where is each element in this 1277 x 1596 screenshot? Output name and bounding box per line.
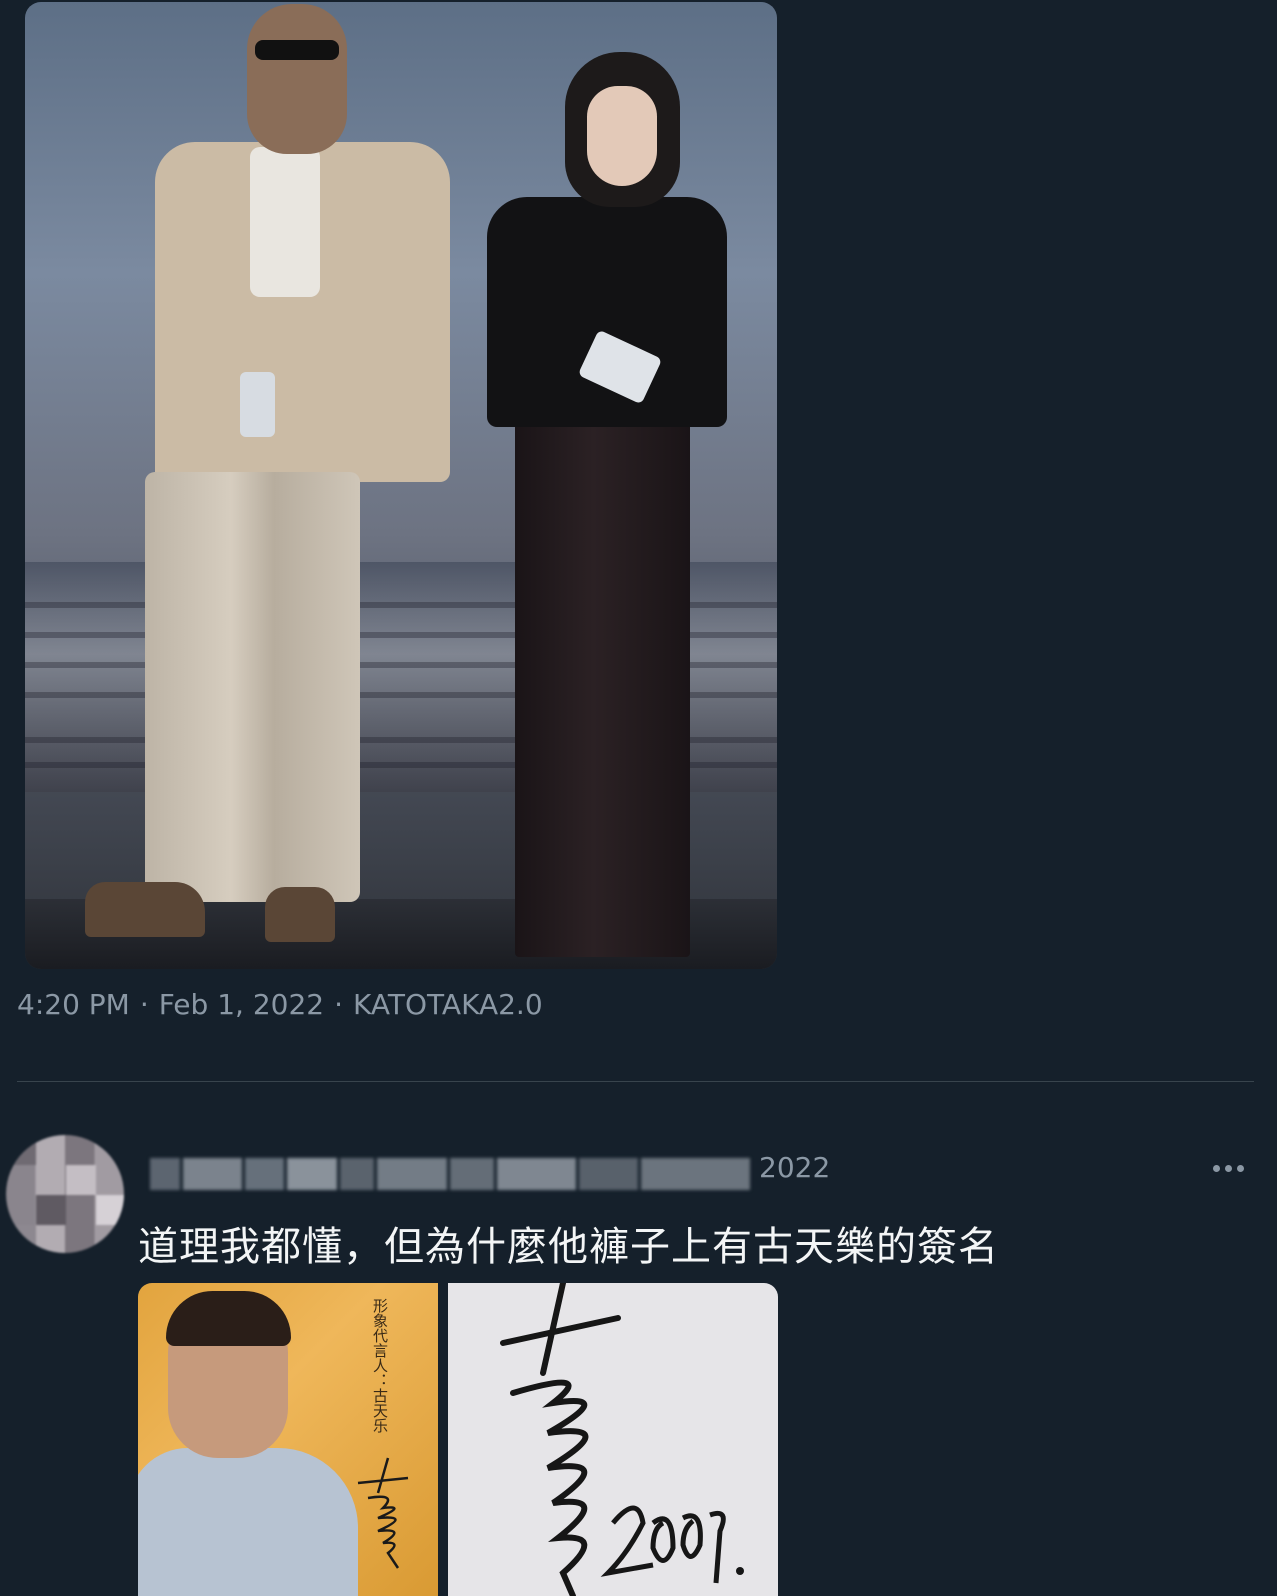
more-horizontal-icon[interactable] xyxy=(1213,1160,1253,1176)
man-shoe xyxy=(85,882,205,937)
reply-photo-ad[interactable]: 形象代言人：古天乐 xyxy=(138,1283,438,1596)
username-blurred[interactable] xyxy=(150,1158,750,1190)
man-shoe xyxy=(265,887,335,942)
man-head xyxy=(247,4,347,154)
meta-separator: · xyxy=(334,988,343,1021)
reply-photo-signature[interactable] xyxy=(448,1283,778,1596)
signature-image xyxy=(357,1457,409,1569)
tweet-date[interactable]: Feb 1, 2022 xyxy=(159,988,324,1021)
tweet-thread: 4:20 PM · Feb 1, 2022 · KATOTAKA2.0 2022… xyxy=(0,0,1277,1596)
woman-trousers xyxy=(515,412,690,957)
shirt xyxy=(138,1448,358,1596)
sunglasses xyxy=(255,40,339,60)
microphone xyxy=(240,372,275,437)
ad-vertical-text: 形象代言人：古天乐 xyxy=(371,1298,389,1433)
man-trousers xyxy=(145,472,360,902)
signature-image xyxy=(500,1283,744,1596)
woman-head xyxy=(565,52,680,207)
divider xyxy=(17,1081,1254,1082)
tweet-photo[interactable] xyxy=(25,2,777,969)
reply-text: 道理我都懂，但為什麼他褲子上有古天樂的簽名 xyxy=(138,1224,999,1270)
woman-blouse xyxy=(487,197,727,427)
reply-date[interactable]: 2022 xyxy=(759,1151,830,1184)
hair xyxy=(166,1291,291,1346)
tweet-time[interactable]: 4:20 PM xyxy=(17,988,130,1021)
meta-separator: · xyxy=(139,988,149,1021)
tweet-source[interactable]: KATOTAKA2.0 xyxy=(353,988,543,1021)
man-jacket xyxy=(155,142,450,482)
tweet-meta: 4:20 PM · Feb 1, 2022 · KATOTAKA2.0 xyxy=(17,988,543,1021)
avatar[interactable] xyxy=(6,1135,124,1253)
